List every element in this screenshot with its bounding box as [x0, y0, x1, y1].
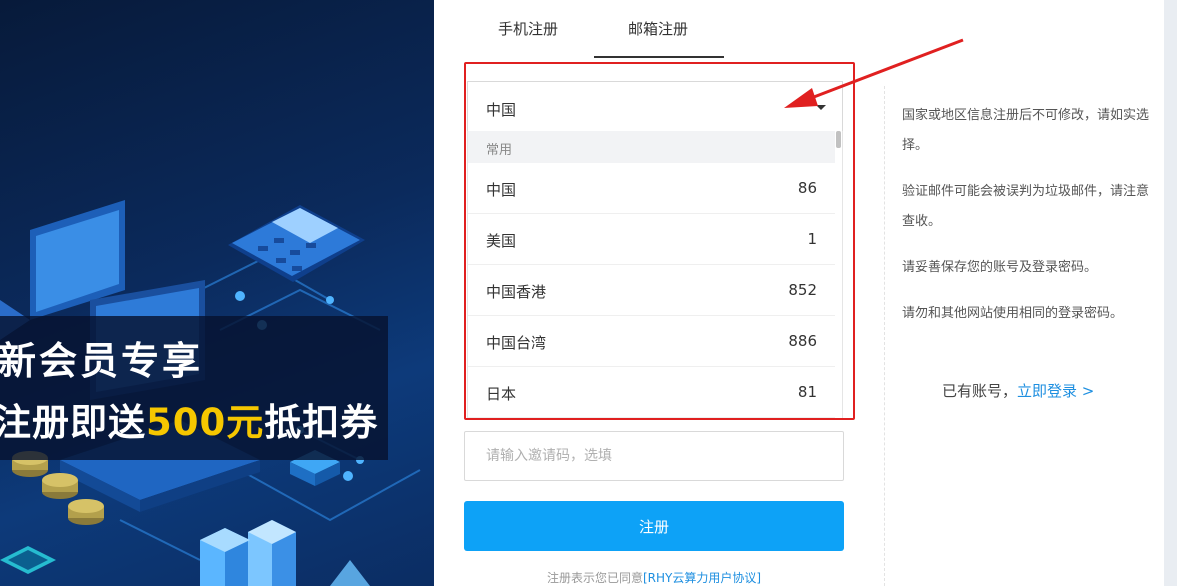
- country-option-name: 美国: [486, 232, 517, 250]
- caret-down-icon[interactable]: [816, 105, 826, 110]
- country-option[interactable]: 中国香港 852: [468, 265, 837, 316]
- scrollbar-thumb[interactable]: [836, 131, 841, 148]
- user-agreement-link[interactable]: [RHY云算力用户协议]: [643, 571, 761, 585]
- tab-phone-register[interactable]: 手机注册: [498, 18, 558, 39]
- promo-offer-amount: 500元: [146, 401, 265, 444]
- country-option[interactable]: 日本 81: [468, 367, 837, 418]
- active-tab-indicator: [594, 56, 724, 58]
- login-prefix: 已有账号，: [942, 382, 1018, 400]
- country-option-code: 886: [788, 332, 817, 350]
- country-option-code: 852: [788, 281, 817, 299]
- notice-keep-password: 请妥善保存您的账号及登录密码。: [902, 260, 1098, 275]
- promo-offer-suffix: 抵扣券: [264, 401, 379, 444]
- login-prompt: 已有账号，立即登录 >: [942, 380, 1094, 401]
- country-option[interactable]: 美国 1: [468, 214, 837, 265]
- country-option[interactable]: 中国 86: [468, 163, 837, 214]
- country-dropdown: 常用 中国 86 美国 1 中国香港 852 中国台湾 886 日本 81: [467, 131, 843, 418]
- notice-country-fixed: 国家或地区信息注册后不可修改，请如实选择。: [902, 108, 1150, 153]
- country-option-name: 中国台湾: [486, 334, 547, 352]
- country-select-value: 中国: [486, 101, 517, 119]
- country-option-code: 1: [807, 230, 817, 248]
- country-option-code: 86: [797, 179, 817, 197]
- promo-offer: 注册即送500元抵扣券: [0, 392, 378, 446]
- country-select[interactable]: 中国: [467, 81, 843, 131]
- promo-banner: 新会员专享 注册即送500元抵扣券: [0, 0, 434, 586]
- country-option-name: 中国香港: [486, 283, 547, 301]
- isometric-tech-illustration: [0, 200, 421, 586]
- country-option-code: 81: [797, 383, 817, 401]
- notice-spam-folder: 验证邮件可能会被误判为垃圾邮件，请注意查收。: [902, 184, 1150, 229]
- promo-offer-prefix: 注册即送: [0, 401, 146, 444]
- tab-email-register[interactable]: 邮箱注册: [628, 18, 688, 39]
- country-option-name: 日本: [486, 385, 517, 403]
- promo-headline: 新会员专享: [0, 339, 204, 383]
- login-link[interactable]: 立即登录 >: [1017, 382, 1094, 400]
- dropdown-scrollbar[interactable]: [835, 131, 842, 418]
- page-edge: [1164, 0, 1177, 586]
- agreement-prefix: 注册表示您已同意: [546, 571, 643, 585]
- dropdown-group-header: 常用: [468, 131, 837, 163]
- notice-unique-password: 请勿和其他网站使用相同的登录密码。: [902, 306, 1124, 321]
- vertical-divider: [884, 86, 885, 586]
- country-option-name: 中国: [486, 181, 517, 199]
- country-option[interactable]: 中国台湾 886: [468, 316, 837, 367]
- agreement-text: 注册表示您已同意[RHY云算力用户协议]: [464, 569, 844, 586]
- register-tabs: 手机注册 邮箱注册: [464, 0, 844, 58]
- register-button[interactable]: 注册: [464, 501, 844, 551]
- invite-code-input[interactable]: [464, 431, 844, 481]
